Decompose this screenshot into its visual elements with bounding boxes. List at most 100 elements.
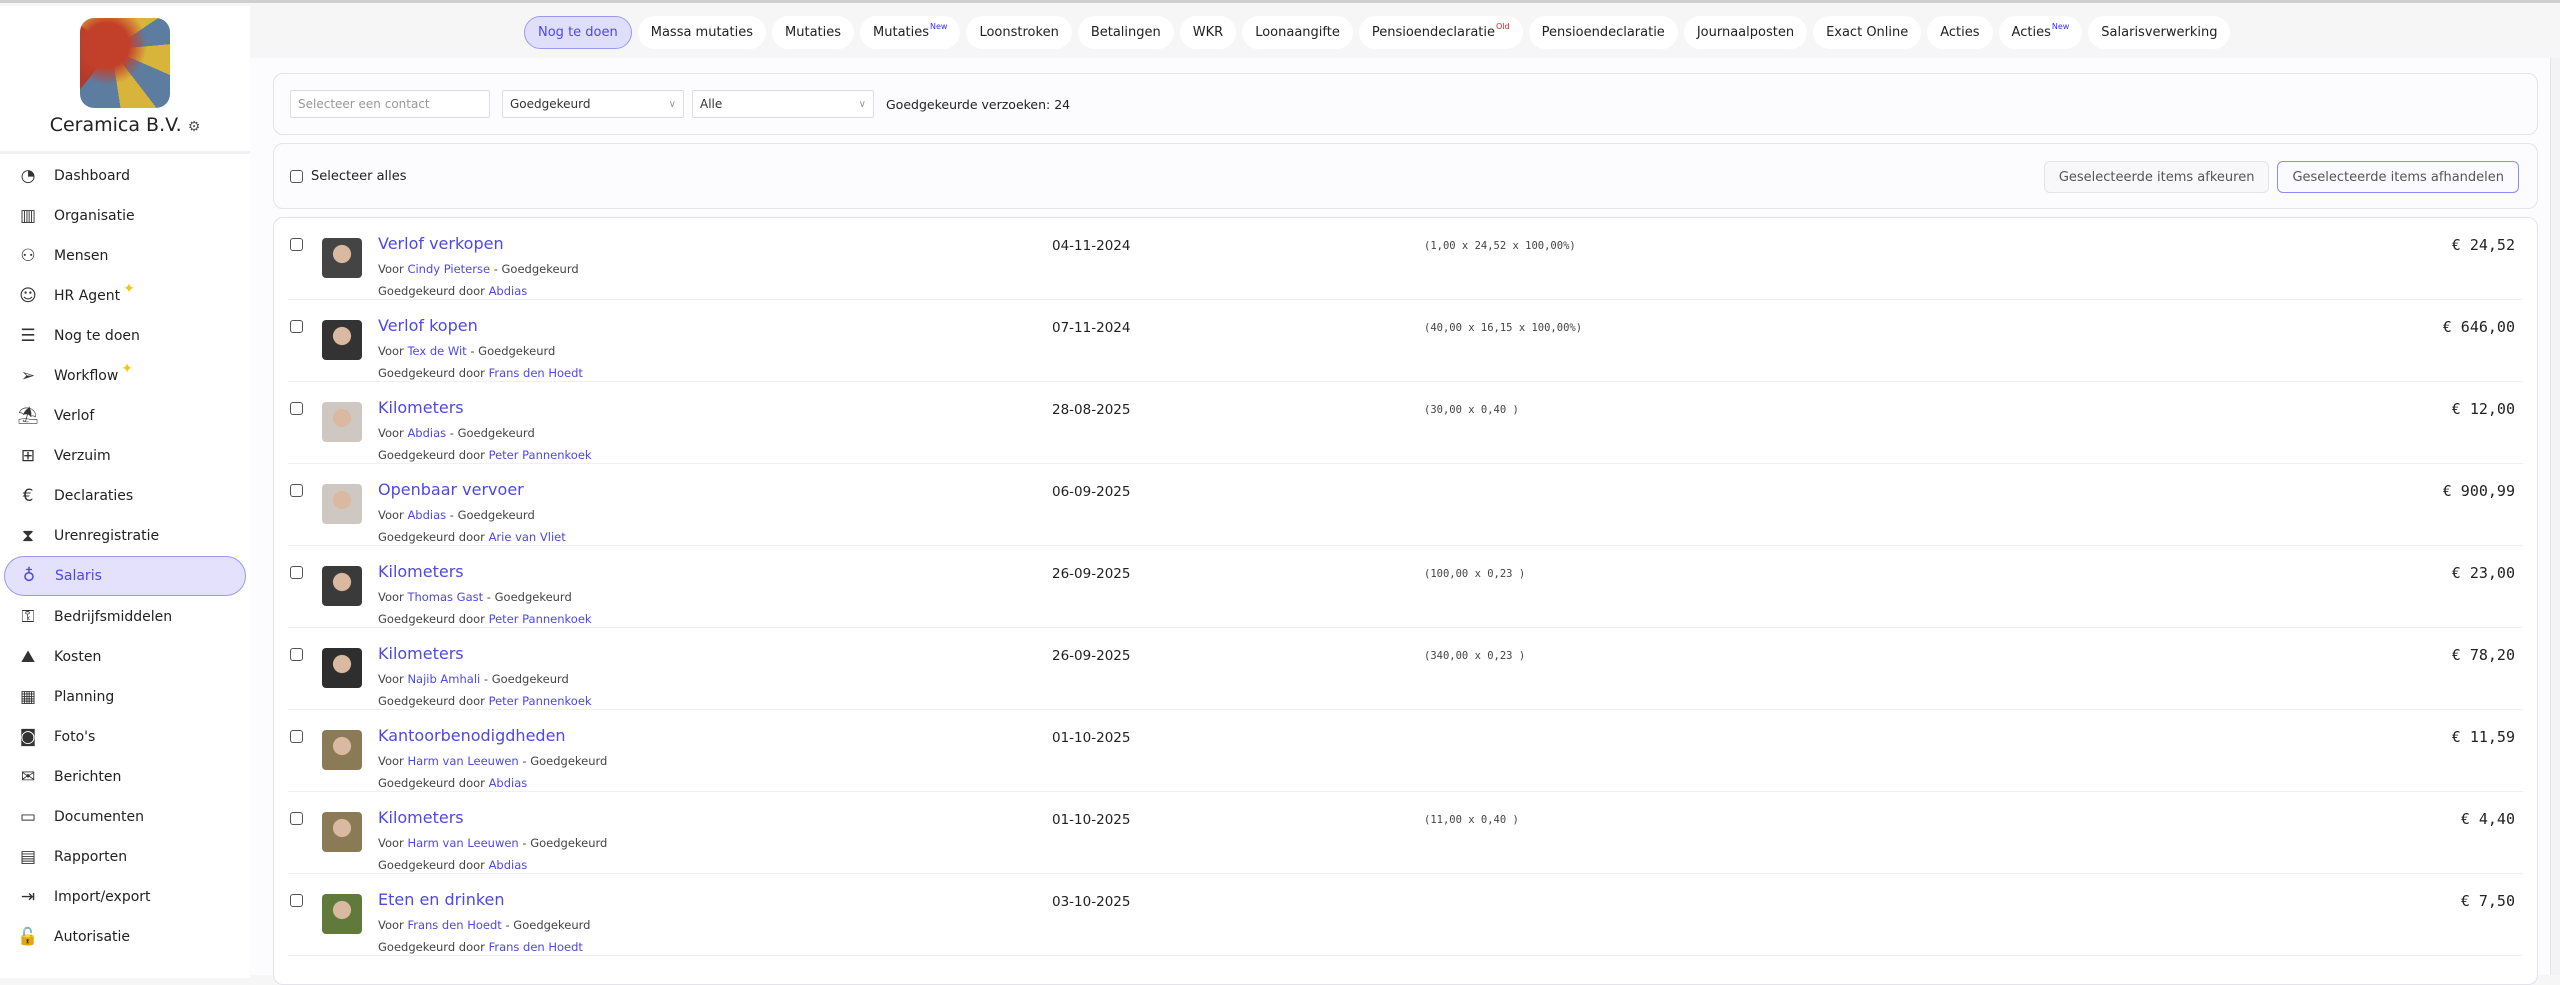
avatar <box>322 894 362 934</box>
employee-link[interactable]: Abdias <box>407 508 446 522</box>
approver-link[interactable]: Peter Pannenkoek <box>489 612 592 626</box>
row-checkbox[interactable] <box>290 238 303 251</box>
sidebar-item-salaris[interactable]: ♁ Salaris <box>4 556 246 597</box>
request-title-link[interactable]: Kilometers <box>378 562 464 581</box>
select-all[interactable]: Selecteer alles <box>290 169 407 184</box>
tab-mutaties[interactable]: Mutaties <box>772 16 855 49</box>
for-label: Voor <box>378 344 404 358</box>
tab-betalingen[interactable]: Betalingen <box>1077 16 1174 49</box>
sidebar-item-label: Planning <box>54 688 115 705</box>
sidebar-item-declaraties[interactable]: € Declaraties <box>4 476 246 516</box>
sidebar-item-bedrijfsmiddelen[interactable]: ⚿ Bedrijfsmiddelen <box>4 597 246 637</box>
contact-search-input[interactable]: Selecteer een contact <box>290 90 490 118</box>
employee-link[interactable]: Frans den Hoedt <box>407 918 501 932</box>
approver-link[interactable]: Peter Pannenkoek <box>489 694 592 708</box>
approver-link[interactable]: Frans den Hoedt <box>489 940 583 954</box>
sidebar-item-hr-agent[interactable]: ☺ HR Agent ✦ <box>4 276 246 316</box>
sidebar-item-organisatie[interactable]: ▥ Organisatie <box>4 196 246 236</box>
sidebar-item-import-export[interactable]: ⇥ Import/export <box>4 877 246 917</box>
tab-exact-online[interactable]: Exact Online <box>1813 16 1922 49</box>
sidebar-item-foto-s[interactable]: ◙ Foto's <box>4 717 246 757</box>
table-row: Kilometers Voor Thomas Gast - Goedgekeurd… <box>288 546 2523 628</box>
request-title-link[interactable]: Eten en drinken <box>378 890 505 909</box>
request-title-link[interactable]: Kantoorbenodigdheden <box>378 726 566 745</box>
sidebar-item-label: Declaraties <box>54 488 134 505</box>
tab-massa-mutaties[interactable]: Massa mutaties <box>637 16 767 49</box>
request-title-link[interactable]: Kilometers <box>378 808 464 827</box>
request-title-link[interactable]: Kilometers <box>378 398 464 417</box>
approver-link[interactable]: Abdias <box>489 776 528 790</box>
approved-by-label: Goedgekeurd door <box>378 858 485 872</box>
employee-link[interactable]: Cindy Pieterse <box>407 262 490 276</box>
tab-mutaties-new[interactable]: Mutaties New <box>860 16 961 49</box>
request-amount: € 78,20 <box>2451 646 2515 664</box>
row-checkbox[interactable] <box>290 894 303 907</box>
tab-wkr[interactable]: WKR <box>1179 16 1237 49</box>
approved-by-label: Goedgekeurd door <box>378 530 485 544</box>
row-checkbox[interactable] <box>290 320 303 333</box>
approved-by-line: Goedgekeurd door Arie van Vliet <box>378 530 566 544</box>
tab-pensioendeclaratie[interactable]: Pensioendeclaratie <box>1528 16 1678 49</box>
tab-acties[interactable]: Acties <box>1927 16 1993 49</box>
employee-link[interactable]: Abdias <box>407 426 446 440</box>
select-all-checkbox[interactable] <box>290 169 303 183</box>
employee-link[interactable]: Tex de Wit <box>407 344 466 358</box>
approver-link[interactable]: Arie van Vliet <box>489 530 566 544</box>
sidebar-item-dashboard[interactable]: ◔ Dashboard <box>4 156 246 196</box>
reject-selected-button[interactable]: Geselecteerde items afkeuren <box>2043 161 2270 193</box>
row-checkbox[interactable] <box>290 648 303 661</box>
employee-link[interactable]: Najib Amhali <box>407 672 480 686</box>
employee-link[interactable]: Thomas Gast <box>407 590 483 604</box>
request-title-link[interactable]: Verlof kopen <box>378 316 478 335</box>
sidebar-item-label: Verzuim <box>54 448 111 465</box>
company-logo <box>80 18 170 108</box>
row-checkbox[interactable] <box>290 566 303 579</box>
status-select[interactable]: Goedgekeurd ∨ <box>502 90 684 118</box>
sidebar-item-workflow[interactable]: ➢ Workflow ✦ <box>4 356 246 396</box>
tab-acties-new[interactable]: Acties New <box>1998 16 2083 49</box>
sidebar-item-urenregistratie[interactable]: ⧗ Urenregistratie <box>4 516 246 556</box>
approver-link[interactable]: Peter Pannenkoek <box>489 448 592 462</box>
sidebar-item-documenten[interactable]: ▭ Documenten <box>4 797 246 837</box>
area-chart-icon: ⛰ <box>20 646 36 667</box>
scrollbar[interactable] <box>2550 58 2560 975</box>
approver-link[interactable]: Frans den Hoedt <box>489 366 583 380</box>
employee-link[interactable]: Harm van Leeuwen <box>407 754 518 768</box>
sidebar-item-mensen[interactable]: ⚇ Mensen <box>4 236 246 276</box>
tab-journaalposten[interactable]: Journaalposten <box>1683 16 1808 49</box>
sidebar-item-rapporten[interactable]: ▤ Rapporten <box>4 837 246 877</box>
tab-loonstroken[interactable]: Loonstroken <box>966 16 1072 49</box>
request-title-link[interactable]: Openbaar vervoer <box>378 480 524 499</box>
type-select[interactable]: Alle ∨ <box>692 90 874 118</box>
status-text: Goedgekeurd <box>457 426 535 440</box>
tab-pensioendeclaratie-old[interactable]: Pensioendeclaratie Old <box>1358 16 1523 49</box>
approved-count: Goedgekeurde verzoeken: 24 <box>886 96 1071 112</box>
sidebar-item-verlof[interactable]: ⛱ Verlof <box>4 396 246 436</box>
gear-icon[interactable]: ⚙ <box>188 119 201 135</box>
request-amount: € 7,50 <box>2460 892 2515 910</box>
sidebar-item-autorisatie[interactable]: 🔓 Autorisatie <box>4 917 246 957</box>
sidebar-item-kosten[interactable]: ⛰ Kosten <box>4 637 246 677</box>
unlock-icon: 🔓 <box>17 926 39 947</box>
request-for-line: Voor Cindy Pieterse - Goedgekeurd <box>378 262 579 276</box>
tab-loonaangifte[interactable]: Loonaangifte <box>1242 16 1353 49</box>
row-checkbox[interactable] <box>290 730 303 743</box>
sidebar-item-label: Berichten <box>54 768 122 785</box>
row-checkbox[interactable] <box>290 812 303 825</box>
row-checkbox[interactable] <box>290 402 303 415</box>
approver-link[interactable]: Abdias <box>489 284 528 298</box>
tab-salarisverwerking[interactable]: Salarisverwerking <box>2088 16 2231 49</box>
request-amount: € 646,00 <box>2442 318 2515 336</box>
sidebar-item-verzuim[interactable]: ⊞ Verzuim <box>4 436 246 476</box>
tab-nog-te-doen[interactable]: Nog te doen <box>524 16 632 49</box>
request-title-link[interactable]: Verlof verkopen <box>378 234 504 253</box>
sidebar-item-berichten[interactable]: ✉ Berichten <box>4 757 246 797</box>
sidebar-item-planning[interactable]: ▦ Planning <box>4 677 246 717</box>
request-title-link[interactable]: Kilometers <box>378 644 464 663</box>
employee-link[interactable]: Harm van Leeuwen <box>407 836 518 850</box>
handle-selected-button[interactable]: Geselecteerde items afhandelen <box>2277 161 2519 193</box>
approver-link[interactable]: Abdias <box>489 858 528 872</box>
sidebar-item-nog-te-doen[interactable]: ☰ Nog te doen <box>4 316 246 356</box>
for-label: Voor <box>378 426 404 440</box>
row-checkbox[interactable] <box>290 484 303 497</box>
